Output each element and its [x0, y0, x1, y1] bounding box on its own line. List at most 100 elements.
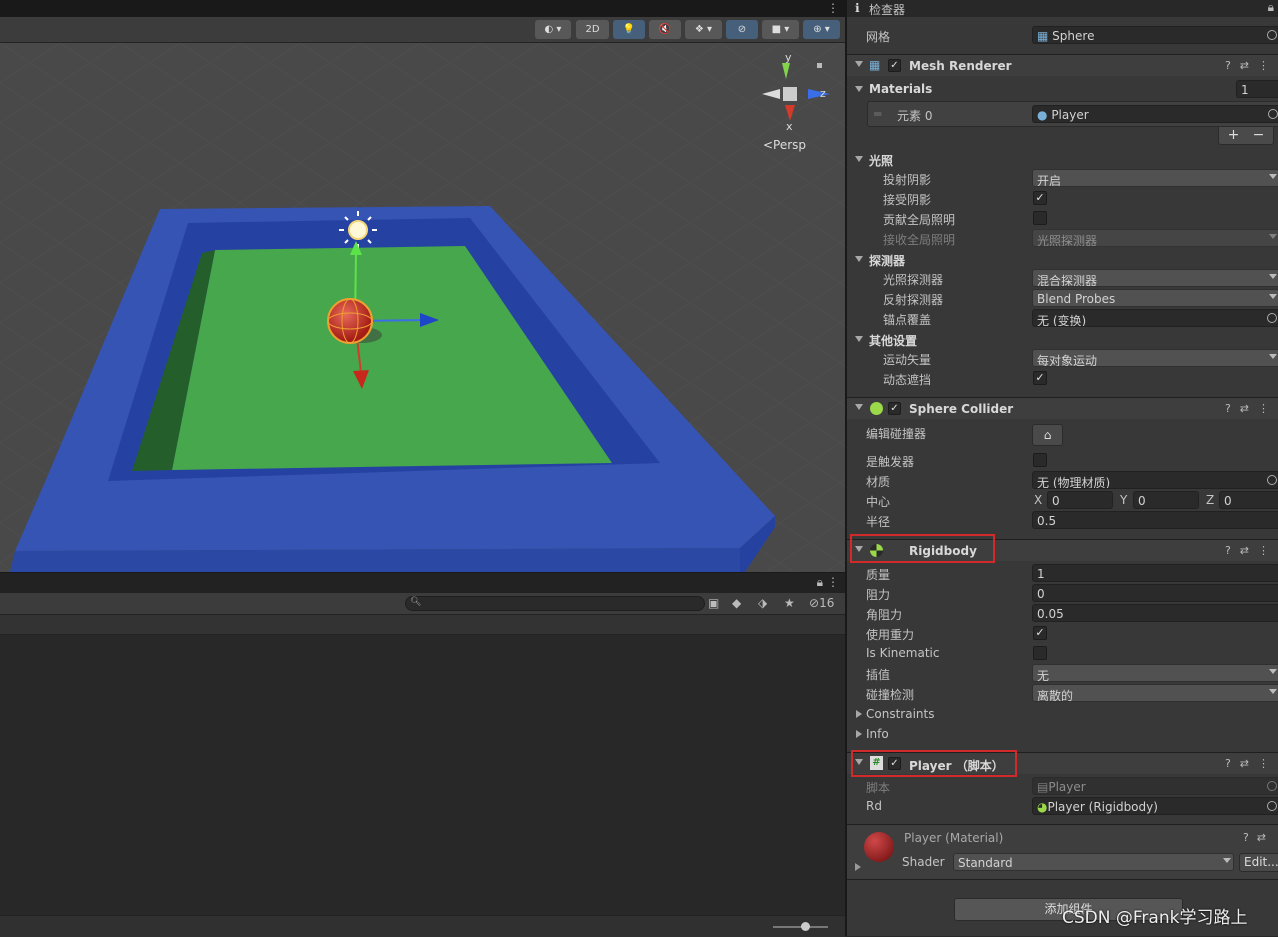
anchor-override-field[interactable]: 无 (变换) [1032, 309, 1278, 327]
component-header-icons[interactable]: ?⇄⋮ [1225, 402, 1278, 415]
use-gravity-checkbox[interactable]: ✓ [1033, 626, 1047, 640]
search-icon: 🔍︎ [410, 597, 422, 607]
object-picker-icon[interactable] [1267, 313, 1277, 323]
fold-arrow-icon[interactable] [855, 336, 863, 342]
scene-viewport[interactable]: y z x <Persp [0, 43, 845, 572]
collision-detection-dropdown[interactable]: 离散的 [1032, 684, 1278, 702]
status-bar [0, 915, 845, 937]
shader-dropdown[interactable]: Standard [953, 853, 1234, 871]
fold-arrow-icon[interactable] [855, 86, 863, 92]
effects-toggle-icon[interactable]: ❖ ▾ [685, 20, 722, 39]
audio-toggle-icon[interactable]: 🔇 [649, 20, 681, 39]
constraints-row[interactable]: Constraints [847, 704, 1278, 724]
edit-collider-button[interactable]: ⌂ [1032, 424, 1063, 446]
light-probes-value: 混合探测器 [1037, 274, 1098, 287]
fold-arrow-icon[interactable] [856, 710, 862, 718]
info-row[interactable]: Info [847, 724, 1278, 744]
angular-drag-field[interactable]: 0.05 [1032, 604, 1278, 622]
2d-toggle-button[interactable]: 2D [576, 20, 609, 39]
perspective-label[interactable]: <Persp [763, 138, 806, 152]
element-0-field[interactable]: ● Player [1032, 105, 1278, 123]
fold-arrow-icon[interactable] [855, 61, 863, 67]
component-header-icons[interactable]: ?⇄⋮ [1225, 544, 1278, 557]
rd-field[interactable]: ◕Player (Rigidbody) [1032, 797, 1278, 815]
lock-icon[interactable]: 🔒︎ [817, 575, 823, 590]
tab-inspector[interactable]: 检查器 [869, 1, 905, 18]
sphere-collider-header[interactable]: ✓ Sphere Collider ?⇄⋮ [847, 397, 1278, 419]
mass-field[interactable]: 1 [1032, 564, 1278, 582]
interpolate-value: 无 [1037, 669, 1050, 682]
object-picker-icon[interactable] [1268, 109, 1278, 119]
component-header-icons[interactable]: ?⇄⋮ [1225, 757, 1278, 770]
component-header-icons[interactable]: ?⇄⋮ [1225, 59, 1278, 72]
is-trigger-checkbox[interactable] [1033, 453, 1047, 467]
materials-row[interactable]: Materials 1 [847, 79, 1278, 99]
probes-section[interactable]: 探测器 [847, 249, 1278, 269]
contribute-gi-checkbox[interactable] [1033, 211, 1047, 225]
mass-value: 1 [1037, 567, 1045, 581]
fold-arrow-icon[interactable] [855, 863, 861, 871]
object-picker-icon[interactable] [1267, 475, 1277, 485]
interpolate-dropdown[interactable]: 无 [1032, 664, 1278, 682]
is-kinematic-row: Is Kinematic [847, 643, 1278, 663]
lighting-toggle-icon[interactable]: 💡 [613, 20, 645, 39]
center-x-field[interactable]: 0 [1047, 491, 1113, 509]
camera-settings-icon[interactable]: ■ ▾ [762, 20, 799, 39]
shader-edit-button[interactable]: Edit... [1239, 853, 1278, 872]
mesh-icon: ▦ [1037, 29, 1049, 43]
sphere-collider-enabled-checkbox[interactable]: ✓ [888, 402, 901, 415]
material-header-icons[interactable]: ?⇄ [1243, 831, 1274, 844]
fold-arrow-icon[interactable] [855, 404, 863, 410]
fold-arrow-icon[interactable] [855, 256, 863, 262]
collider-material-field[interactable]: 无 (物理材质) [1032, 471, 1278, 489]
list-add-button[interactable]: + [1228, 127, 1240, 143]
fold-arrow-icon[interactable] [856, 730, 862, 738]
more-menu-icon[interactable]: ⋮ [827, 1, 839, 15]
radius-field[interactable]: 0.5 [1032, 511, 1278, 529]
use-gravity-row: 使用重力 ✓ [847, 623, 1278, 643]
is-kinematic-checkbox[interactable] [1033, 646, 1047, 660]
mesh-field[interactable]: ▦ Sphere [1032, 26, 1278, 44]
lighting-section[interactable]: 光照 [847, 149, 1278, 169]
collision-detection-label: 碰撞检测 [866, 688, 915, 702]
chevron-down-icon [1223, 858, 1231, 863]
object-picker-icon[interactable] [1267, 30, 1277, 40]
hidden-objects-toggle-icon[interactable]: ⊘ [726, 20, 758, 39]
mesh-renderer-enabled-checkbox[interactable]: ✓ [888, 59, 901, 72]
shading-mode-button[interactable]: ◐ ▾ [535, 20, 571, 39]
light-probes-dropdown[interactable]: 混合探测器 [1032, 269, 1278, 287]
receive-shadows-row: 接受阴影 ✓ [847, 188, 1278, 208]
dynamic-occlusion-checkbox[interactable]: ✓ [1033, 371, 1047, 385]
materials-count-field[interactable]: 1 [1236, 80, 1278, 98]
script-file-icon: ▤ [1037, 780, 1049, 794]
lock-icon[interactable]: 🔒︎ [1268, 0, 1274, 15]
object-picker-icon[interactable] [1267, 801, 1277, 811]
filter-icon[interactable]: ▣ [708, 596, 719, 610]
favorite-icon[interactable]: ★ [784, 596, 795, 610]
center-z-field[interactable]: 0 [1219, 491, 1278, 509]
material-title: Player (Material) [904, 831, 1004, 845]
list-remove-button[interactable]: − [1253, 127, 1265, 143]
type-filter-icon[interactable]: ◆ [732, 596, 741, 610]
hidden-count-badge[interactable]: ⊘16 [809, 596, 834, 610]
gizmos-toggle-icon[interactable]: ⊕ ▾ [803, 20, 840, 39]
receive-shadows-checkbox[interactable]: ✓ [1033, 191, 1047, 205]
chevron-down-icon [1269, 354, 1277, 359]
drag-handle-icon[interactable]: ═ [874, 107, 881, 121]
label-filter-icon[interactable]: ⬗ [758, 596, 767, 610]
drag-field[interactable]: 0 [1032, 584, 1278, 602]
collider-material-value: 无 (物理材质) [1037, 476, 1111, 489]
cast-shadows-dropdown[interactable]: 开启 [1032, 169, 1278, 187]
player-sphere[interactable] [327, 298, 373, 344]
other-settings-section[interactable]: 其他设置 [847, 329, 1278, 349]
center-y-field[interactable]: 0 [1133, 491, 1199, 509]
zoom-slider-handle[interactable] [801, 922, 810, 931]
watermark-text: CSDN @Frank学习路上 [1062, 908, 1248, 928]
dynamic-occlusion-label: 动态遮挡 [883, 373, 932, 387]
reflection-probes-dropdown[interactable]: Blend Probes [1032, 289, 1278, 307]
motion-vectors-dropdown[interactable]: 每对象运动 [1032, 349, 1278, 367]
more-menu-icon[interactable]: ⋮ [827, 575, 839, 589]
search-input[interactable]: 🔍︎ [405, 596, 705, 611]
fold-arrow-icon[interactable] [855, 156, 863, 162]
mesh-renderer-header[interactable]: ▦ ✓ Mesh Renderer ?⇄⋮ [847, 54, 1278, 76]
